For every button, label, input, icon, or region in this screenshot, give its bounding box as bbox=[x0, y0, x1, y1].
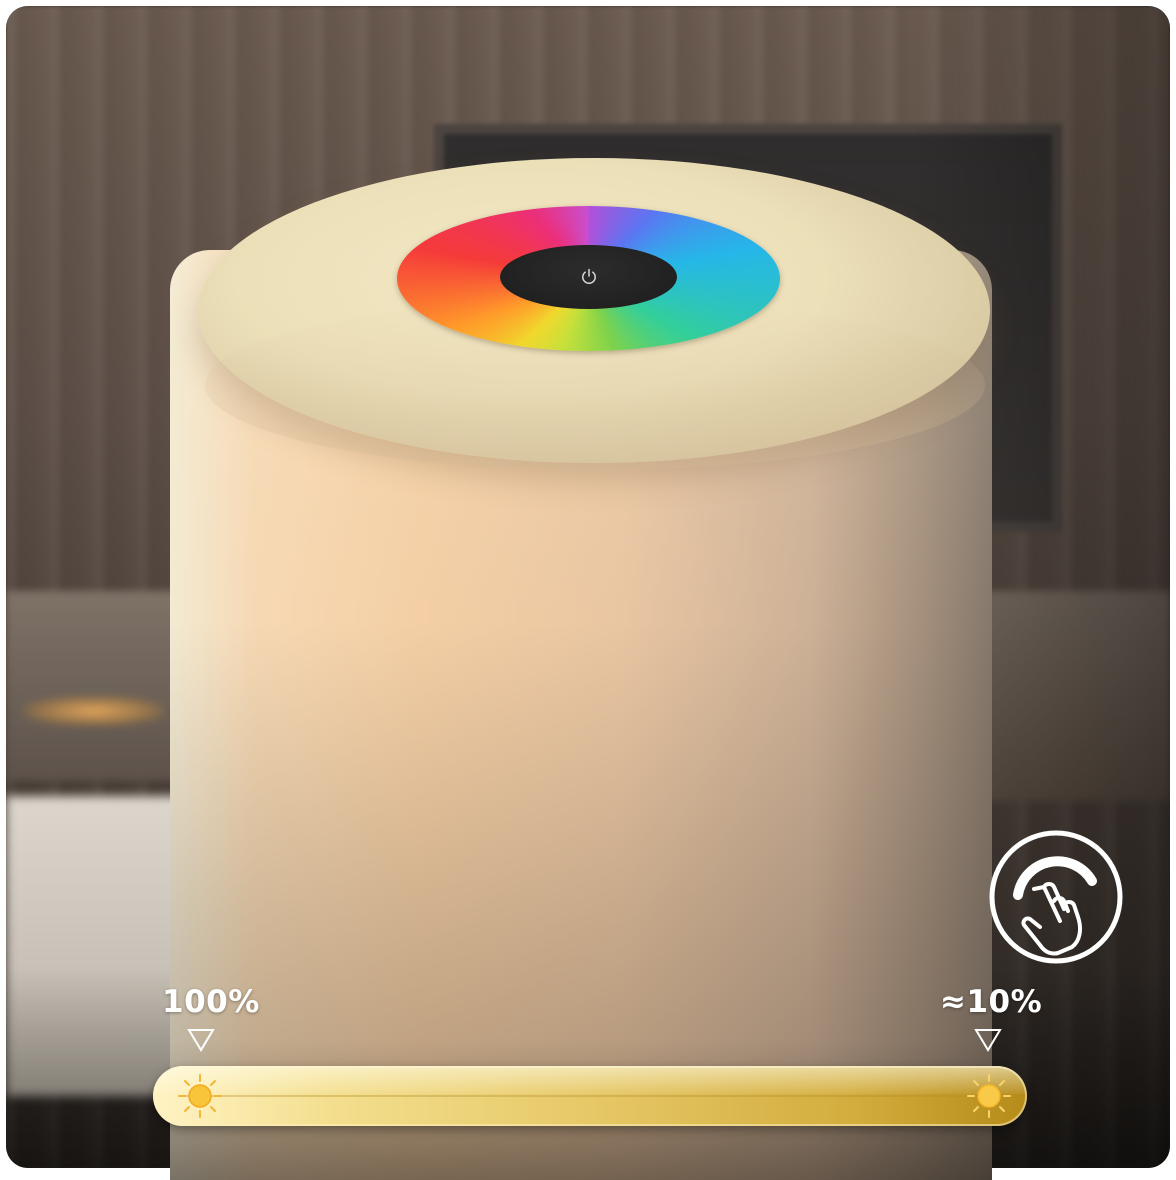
power-icon bbox=[581, 268, 596, 284]
touch-dimming-hand-icon bbox=[989, 830, 1123, 964]
brightness-gradient-bar[interactable] bbox=[153, 1066, 1027, 1126]
max-brightness-label: 100% bbox=[162, 984, 260, 1020]
triangle-down-marker-icon bbox=[187, 1029, 215, 1052]
sun-icon bbox=[178, 1074, 222, 1118]
sun-icon bbox=[967, 1074, 1011, 1118]
power-button[interactable] bbox=[500, 245, 677, 309]
triangle-down-marker-icon bbox=[974, 1029, 1002, 1052]
min-brightness-label: ≈10% bbox=[940, 984, 1043, 1020]
